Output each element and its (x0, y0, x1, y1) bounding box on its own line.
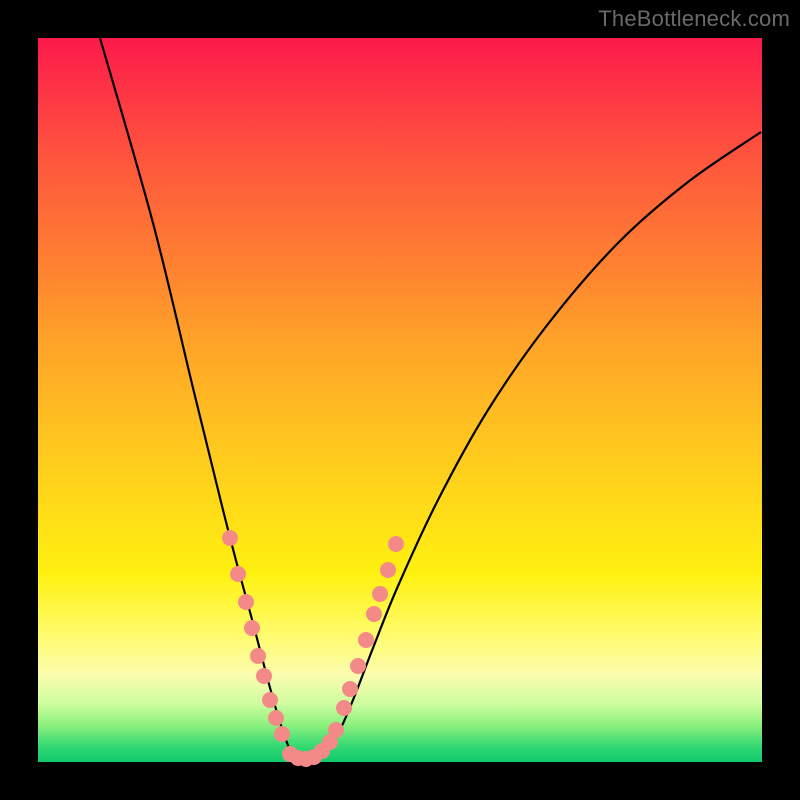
dots-right-ascent (328, 536, 404, 738)
watermark-label: TheBottleneck.com (598, 6, 790, 32)
chart-svg (38, 38, 762, 762)
data-dot (222, 530, 238, 546)
data-dot (262, 692, 278, 708)
dots-bottom-valley (282, 734, 338, 767)
data-dot (366, 606, 382, 622)
data-dot (238, 594, 254, 610)
data-dot (322, 734, 338, 750)
bottleneck-curve (100, 38, 761, 761)
data-dot (230, 566, 246, 582)
data-dot (250, 648, 266, 664)
data-dot (358, 632, 374, 648)
data-dot (350, 658, 366, 674)
chart-frame: TheBottleneck.com (0, 0, 800, 800)
data-dot (372, 586, 388, 602)
data-dot (256, 668, 272, 684)
chart-plot-area (38, 38, 762, 762)
data-dot (336, 700, 352, 716)
data-dot (342, 681, 358, 697)
data-dot (380, 562, 396, 578)
data-dot (268, 710, 284, 726)
data-dot (388, 536, 404, 552)
data-dot (244, 620, 260, 636)
data-dot (274, 726, 290, 742)
